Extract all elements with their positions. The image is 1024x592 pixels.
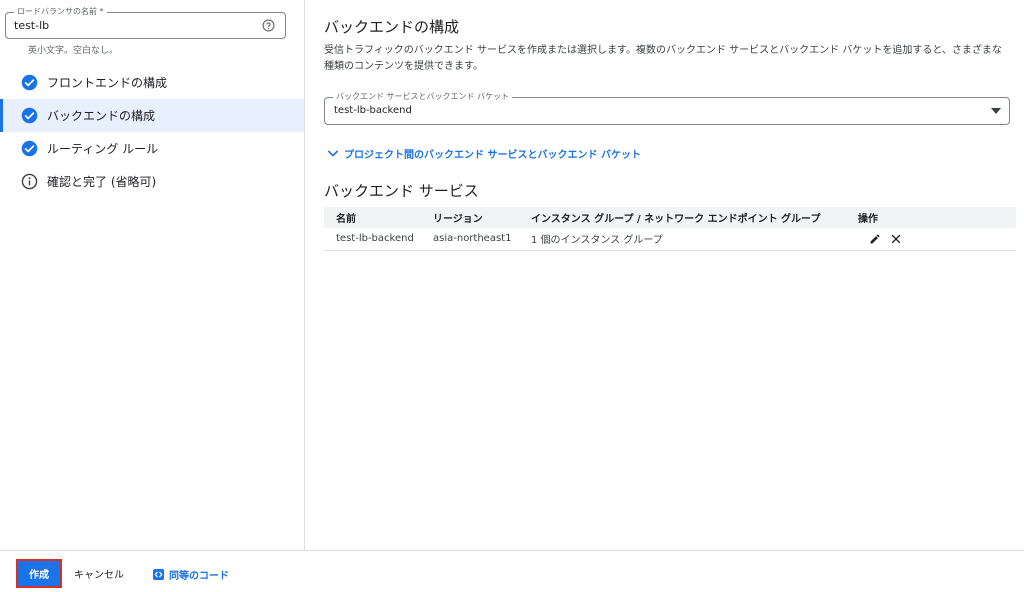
backend-select-value: test-lb-backend	[334, 105, 412, 116]
lb-name-input[interactable]	[14, 19, 254, 32]
cancel-button[interactable]: キャンセル	[68, 563, 130, 584]
code-icon	[153, 569, 164, 580]
equivalent-code-link[interactable]: 同等のコード	[153, 567, 229, 582]
lb-name-hint: 英小文字。空白なし。	[28, 46, 119, 56]
left-panel: ロードバランサの名前 * 英小文字。空白なし。 フロントエンドの構成	[0, 0, 305, 550]
cross-project-backends-link[interactable]: プロジェクト間のバックエンド サービスとバックエンド バケット	[328, 146, 641, 161]
step-label: フロントエンドの構成	[47, 76, 168, 90]
backend-services-title: バックエンド サービス	[324, 182, 479, 200]
step-label: 確認と完了 (省略可)	[47, 175, 157, 189]
lb-name-label: ロードバランサの名前 *	[14, 6, 107, 18]
cell-group: 1 個のインスタンス グループ	[519, 228, 846, 251]
step-label: ルーティング ルール	[47, 142, 159, 156]
chevron-down-icon	[328, 150, 338, 157]
step-review-finalize[interactable]: 確認と完了 (省略可)	[0, 165, 304, 198]
backend-select[interactable]: バックエンド サービスとバックエンド バケット test-lb-backend	[324, 91, 1010, 125]
help-circle-icon[interactable]	[262, 19, 275, 32]
check-circle-icon	[21, 74, 38, 91]
check-circle-icon	[21, 140, 38, 157]
cell-actions	[846, 228, 1016, 251]
step-backend-config[interactable]: バックエンドの構成	[0, 99, 304, 132]
column-header-region: リージョン	[421, 207, 519, 228]
column-header-group: インスタンス グループ / ネットワーク エンドポイント グループ	[519, 207, 846, 228]
close-icon[interactable]	[890, 233, 902, 245]
lb-name-field[interactable]: ロードバランサの名前 *	[5, 6, 286, 39]
row-actions	[869, 233, 902, 245]
backend-services-table: 名前 リージョン インスタンス グループ / ネットワーク エンドポイント グル…	[324, 207, 1016, 251]
table-row: test-lb-backend asia-northeast1 1 個のインスタ…	[324, 228, 1016, 251]
cell-name: test-lb-backend	[324, 228, 421, 251]
load-balancer-create-page: ロードバランサの名前 * 英小文字。空白なし。 フロントエンドの構成	[0, 0, 1024, 592]
step-routing-rules[interactable]: ルーティング ルール	[0, 132, 304, 165]
backend-select-label: バックエンド サービスとバックエンド バケット	[333, 91, 513, 103]
section-description: 受信トラフィックのバックエンド サービスを作成または選択します。複数のバックエン…	[324, 45, 1002, 72]
check-circle-icon	[21, 107, 38, 124]
step-label: バックエンドの構成	[47, 109, 156, 123]
caret-down-icon	[991, 108, 1001, 114]
edit-pencil-icon[interactable]	[869, 233, 881, 245]
step-frontend-config[interactable]: フロントエンドの構成	[0, 66, 304, 99]
wizard-steps: フロントエンドの構成 バックエンドの構成 ルーティング ルール 確認と完了 (省…	[0, 66, 304, 198]
create-button-highlight: 作成	[16, 559, 62, 588]
backend-config-panel: バックエンドの構成 受信トラフィックのバックエンド サービスを作成または選択しま…	[306, 0, 1024, 550]
page-title: バックエンドの構成	[324, 18, 460, 36]
create-button[interactable]: 作成	[18, 561, 60, 586]
equivalent-code-label: 同等のコード	[169, 571, 229, 582]
column-header-name: 名前	[324, 207, 421, 228]
table-header-row: 名前 リージョン インスタンス グループ / ネットワーク エンドポイント グル…	[324, 207, 1016, 228]
column-header-actions: 操作	[846, 207, 1016, 228]
info-icon	[21, 173, 38, 190]
footer-actions: 作成 キャンセル 同等のコード	[0, 550, 1024, 592]
cross-project-link-label: プロジェクト間のバックエンド サービスとバックエンド バケット	[344, 150, 641, 161]
cell-region: asia-northeast1	[421, 228, 519, 251]
